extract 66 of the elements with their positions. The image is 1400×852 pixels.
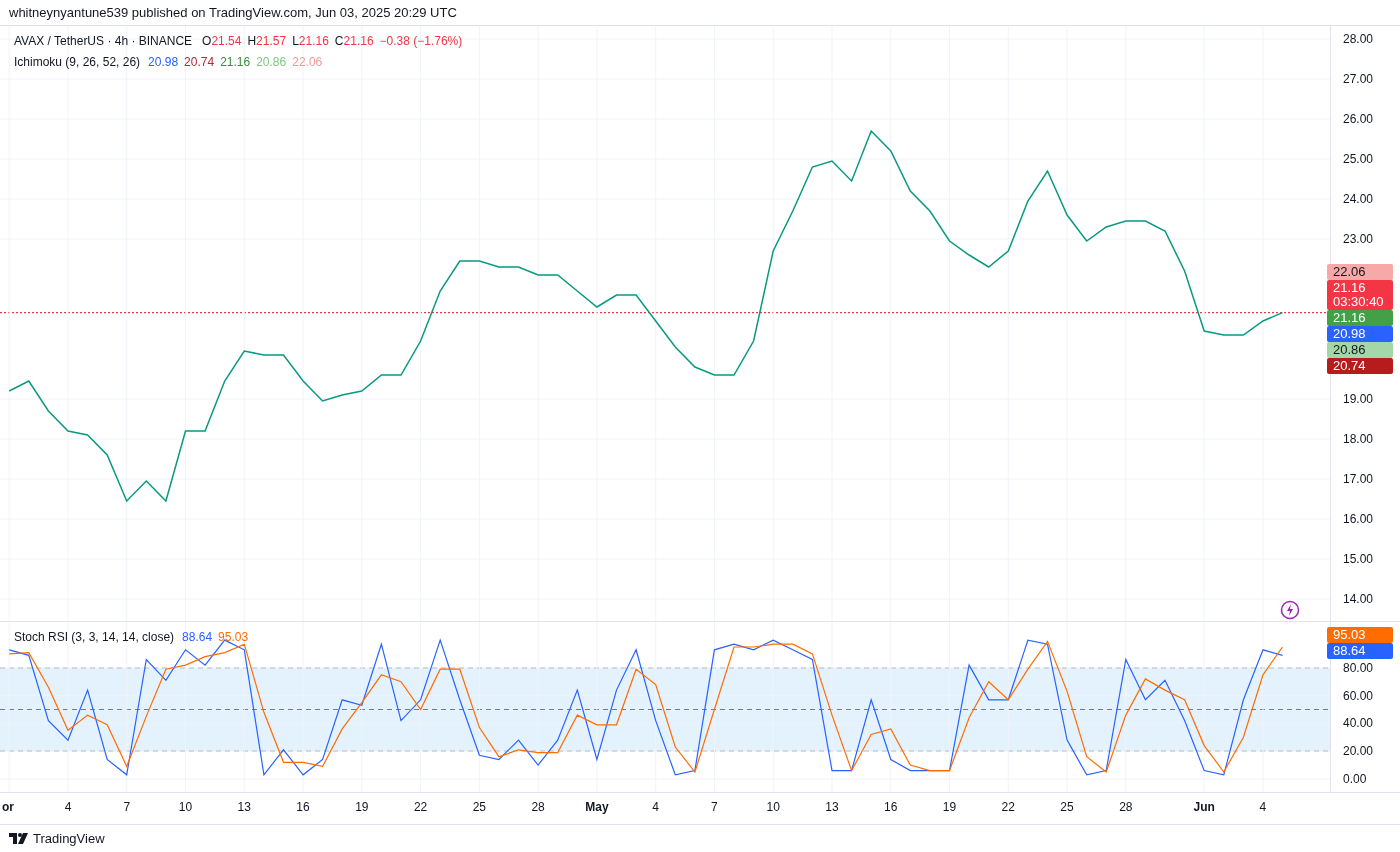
ohlc-value: H21.57 <box>247 33 287 50</box>
time-axis-label: 25 <box>1060 800 1074 814</box>
ohlc-value: O21.54 <box>202 33 242 50</box>
time-axis-label: 4 <box>1259 800 1267 814</box>
price-badge: 20.98 <box>1327 326 1393 342</box>
price-badge: 88.64 <box>1327 643 1393 659</box>
symbol-title: AVAX / TetherUS · 4h · BINANCE <box>14 33 193 50</box>
axis-label: 60.00 <box>1343 688 1374 703</box>
indicator-label: Stoch RSI (3, 3, 14, 14, close) <box>14 629 175 646</box>
indicator-value: 20.86 <box>256 54 287 71</box>
time-axis-label: 7 <box>123 800 131 814</box>
time-axis-label: 10 <box>178 800 193 814</box>
axis-label: 26.00 <box>1343 112 1374 126</box>
time-axis-label: 28 <box>1119 800 1133 814</box>
time-axis-label: 19 <box>355 800 369 814</box>
indicator-value: 20.98 <box>148 54 179 71</box>
axis-label: 23.00 <box>1343 232 1374 246</box>
price-badge: 20.74 <box>1327 358 1393 374</box>
time-axis-label: 4 <box>652 800 659 814</box>
time-axis-label: 22 <box>1001 800 1015 814</box>
axis-label: 19.00 <box>1343 392 1374 406</box>
price-badge: 22.06 <box>1327 264 1393 280</box>
price-badge: 95.03 <box>1327 627 1393 643</box>
publish-line: whitneynyantune539 published on TradingView.com, Jun 03, 2025 20:29 UTC <box>9 3 457 22</box>
indicator-value: 20.74 <box>184 54 215 71</box>
axis-label: 17.00 <box>1343 472 1374 486</box>
axis-label: 25.00 <box>1343 152 1374 166</box>
time-axis-label: 16 <box>296 800 310 814</box>
axis-label: 15.00 <box>1343 552 1374 566</box>
axis-label: 80.00 <box>1343 660 1374 675</box>
axis-label: 16.00 <box>1343 512 1374 526</box>
ohlc-value: L21.16 <box>292 33 329 50</box>
time-axis-label: May <box>585 800 609 814</box>
indicator-value: 22.06 <box>292 54 323 71</box>
time-axis-label: 16 <box>884 800 898 814</box>
tradingview-logo-icon <box>9 833 29 844</box>
price-change: −0.38 (−1.76%) <box>379 33 463 50</box>
time-axis-label: Jun <box>1193 800 1215 814</box>
ohlc-value: C21.16 <box>334 33 374 50</box>
time-axis-label: 13 <box>237 800 251 814</box>
price-badge: 21.16 <box>1327 310 1393 326</box>
axis-label: 0.00 <box>1343 771 1367 786</box>
time-axis-label: or <box>2 800 14 814</box>
lightning-icon[interactable] <box>1280 600 1300 620</box>
time-axis-label: 4 <box>64 800 72 814</box>
axis-label: 40.00 <box>1343 716 1374 731</box>
time-axis-label: 28 <box>531 800 545 814</box>
indicator-label: Ichimoku (9, 26, 52, 26) <box>14 54 141 71</box>
brand-name: TradingView <box>33 829 105 848</box>
price-badge: 20.86 <box>1327 342 1393 358</box>
axis-label: 20.00 <box>1343 744 1374 759</box>
axis-label: 27.00 <box>1343 72 1374 86</box>
time-axis-label: 10 <box>766 800 780 814</box>
indicator-value: 88.64 <box>182 629 213 646</box>
price-badge: 21.16 03:30:40 <box>1327 280 1393 310</box>
indicator-value: 21.16 <box>220 54 251 71</box>
axis-label: 28.00 <box>1343 32 1374 46</box>
axis-label: 14.00 <box>1343 592 1374 606</box>
axis-label: 18.00 <box>1343 432 1374 446</box>
indicator-value: 95.03 <box>218 629 249 646</box>
axis-label: 24.00 <box>1343 192 1374 206</box>
time-axis-label: 25 <box>472 800 487 814</box>
time-axis-label: 13 <box>825 800 839 814</box>
time-axis-label: 22 <box>413 800 428 814</box>
time-axis-label: 19 <box>942 800 957 814</box>
time-axis-label: 7 <box>711 800 718 814</box>
